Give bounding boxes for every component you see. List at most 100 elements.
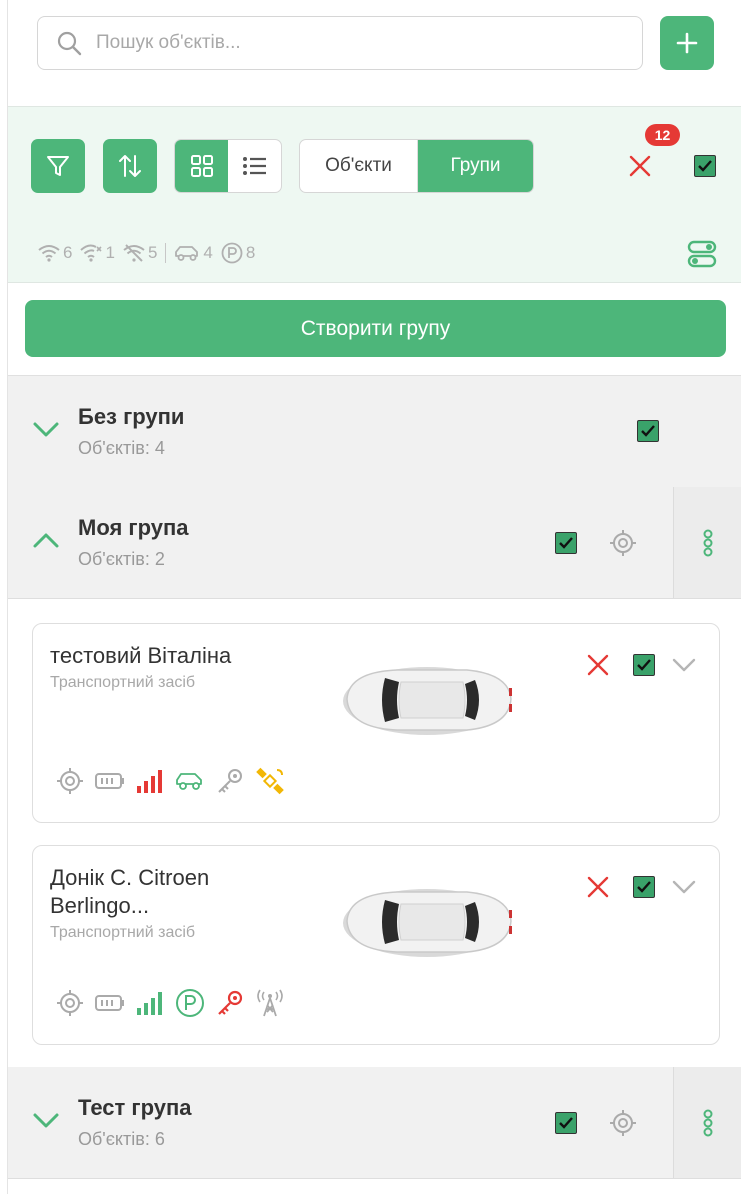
tab-groups[interactable]: Групи bbox=[418, 140, 533, 192]
checkmark-icon bbox=[559, 537, 573, 549]
group-checkbox[interactable] bbox=[555, 1112, 577, 1134]
chevron-down-icon[interactable] bbox=[671, 656, 697, 674]
stat-moving[interactable]: 4 bbox=[174, 243, 213, 263]
stats-divider bbox=[165, 243, 167, 263]
parking-icon bbox=[175, 988, 205, 1018]
list-view-button[interactable] bbox=[228, 140, 281, 192]
add-object-button[interactable] bbox=[660, 16, 714, 70]
wifi-weak-icon bbox=[80, 244, 103, 262]
checkmark-icon bbox=[641, 425, 655, 437]
group-title: Моя група bbox=[78, 515, 189, 540]
group-title: Тест група bbox=[78, 1095, 192, 1120]
chevron-down-icon[interactable] bbox=[671, 878, 697, 896]
group-title: Без групи bbox=[78, 404, 185, 429]
stat-offline[interactable]: 5 bbox=[123, 243, 157, 263]
car-moving-icon bbox=[175, 766, 205, 796]
group-row-no-group[interactable]: Без групи Об'єктів: 4 bbox=[8, 376, 741, 488]
plus-icon bbox=[676, 32, 698, 54]
stat-offline-count: 5 bbox=[147, 243, 158, 262]
search-box[interactable] bbox=[37, 16, 643, 70]
view-toggle bbox=[174, 139, 282, 193]
checkmark-icon bbox=[698, 160, 712, 172]
checkmark-icon bbox=[637, 881, 651, 893]
group-row-my-group[interactable]: Моя група Об'єктів: 2 bbox=[8, 487, 741, 599]
filter-icon bbox=[47, 156, 69, 176]
signal-bars-green-icon bbox=[135, 988, 165, 1018]
object-card[interactable]: Донік С. Citroen Berlingo... Транспортни… bbox=[32, 845, 720, 1045]
objects-groups-switch: Об'єкти Групи bbox=[299, 139, 534, 193]
group-menu-button[interactable] bbox=[673, 1067, 741, 1178]
key-icon bbox=[215, 766, 245, 796]
search-row bbox=[8, 0, 741, 106]
list-icon bbox=[242, 157, 266, 175]
battery-icon bbox=[95, 988, 125, 1018]
checkmark-icon bbox=[637, 659, 651, 671]
more-vertical-icon bbox=[703, 1109, 712, 1136]
toolbar-panel: Об'єкти Групи 12 6 1 5 4 8 bbox=[8, 106, 741, 283]
remove-object-icon[interactable] bbox=[585, 652, 611, 678]
stat-parked[interactable]: 8 bbox=[221, 242, 255, 264]
status-icons bbox=[55, 986, 285, 1020]
tab-objects[interactable]: Об'єкти bbox=[300, 140, 418, 192]
group-row-test-group[interactable]: Тест група Об'єктів: 6 bbox=[8, 1067, 741, 1179]
object-title: Донік С. Citroen Berlingo... bbox=[50, 865, 210, 918]
satellite-yellow-icon bbox=[255, 766, 285, 796]
status-icons bbox=[55, 764, 285, 798]
group-menu-button[interactable] bbox=[673, 487, 741, 598]
checkmark-icon bbox=[559, 1117, 573, 1129]
chevron-up-icon[interactable] bbox=[32, 529, 60, 551]
object-card[interactable]: тестовий Віталіна Транспортний засіб bbox=[32, 623, 720, 823]
left-edge bbox=[0, 0, 8, 1194]
locate-group-icon[interactable] bbox=[609, 1109, 637, 1137]
car-image bbox=[343, 889, 512, 957]
group-count: Об'єктів: 6 bbox=[78, 1129, 165, 1149]
toggles-settings-icon[interactable] bbox=[687, 239, 717, 269]
signal-bars-red-icon bbox=[135, 766, 165, 796]
sort-button[interactable] bbox=[103, 139, 157, 193]
select-all-checkbox[interactable] bbox=[694, 155, 716, 177]
group-checkbox[interactable] bbox=[555, 532, 577, 554]
parking-icon bbox=[221, 242, 243, 264]
search-icon bbox=[57, 31, 82, 56]
filter-button[interactable] bbox=[31, 139, 85, 193]
antenna-icon bbox=[255, 988, 285, 1018]
locate-icon[interactable] bbox=[55, 766, 85, 796]
group-checkbox[interactable] bbox=[637, 420, 659, 442]
locate-icon[interactable] bbox=[55, 988, 85, 1018]
object-type: Транспортний засіб bbox=[50, 924, 196, 941]
create-group-button[interactable]: Створити групу bbox=[25, 300, 726, 357]
group-count: Об'єктів: 2 bbox=[78, 549, 165, 569]
grid-view-button[interactable] bbox=[175, 140, 228, 192]
more-vertical-icon bbox=[703, 529, 712, 556]
create-group-area: Створити групу bbox=[8, 283, 741, 376]
clear-selection-icon[interactable] bbox=[625, 151, 655, 181]
selected-count-badge: 12 bbox=[645, 124, 680, 146]
stat-weak-signal[interactable]: 1 bbox=[80, 243, 115, 263]
group-count: Об'єктів: 4 bbox=[78, 438, 165, 458]
stat-online-count: 6 bbox=[63, 243, 73, 262]
stat-weak-signal-count: 1 bbox=[105, 243, 115, 262]
object-checkbox[interactable] bbox=[633, 876, 655, 898]
object-type: Транспортний засіб bbox=[50, 674, 196, 691]
object-checkbox[interactable] bbox=[633, 654, 655, 676]
group-body-my-group: тестовий Віталіна Транспортний засіб Дон… bbox=[8, 599, 741, 1067]
battery-icon bbox=[95, 766, 125, 796]
stat-online[interactable]: 6 bbox=[38, 243, 72, 263]
search-input[interactable] bbox=[96, 27, 616, 59]
wifi-icon bbox=[38, 245, 60, 262]
objects-panel: Об'єкти Групи 12 6 bbox=[8, 0, 741, 1194]
chevron-down-icon[interactable] bbox=[32, 1109, 60, 1131]
object-title: тестовий Віталіна bbox=[50, 643, 232, 668]
grid-icon bbox=[190, 155, 213, 177]
wifi-off-icon bbox=[123, 244, 145, 262]
car-image bbox=[343, 667, 512, 735]
stat-parked-count: 8 bbox=[245, 243, 256, 262]
stat-moving-count: 4 bbox=[203, 243, 213, 262]
key-red-icon bbox=[215, 988, 245, 1018]
remove-object-icon[interactable] bbox=[585, 874, 611, 900]
chevron-down-icon[interactable] bbox=[32, 418, 60, 440]
sort-arrows-icon bbox=[119, 155, 141, 177]
status-stats: 6 1 5 4 8 bbox=[38, 241, 261, 265]
locate-group-icon[interactable] bbox=[609, 529, 637, 557]
car-icon bbox=[175, 246, 199, 261]
